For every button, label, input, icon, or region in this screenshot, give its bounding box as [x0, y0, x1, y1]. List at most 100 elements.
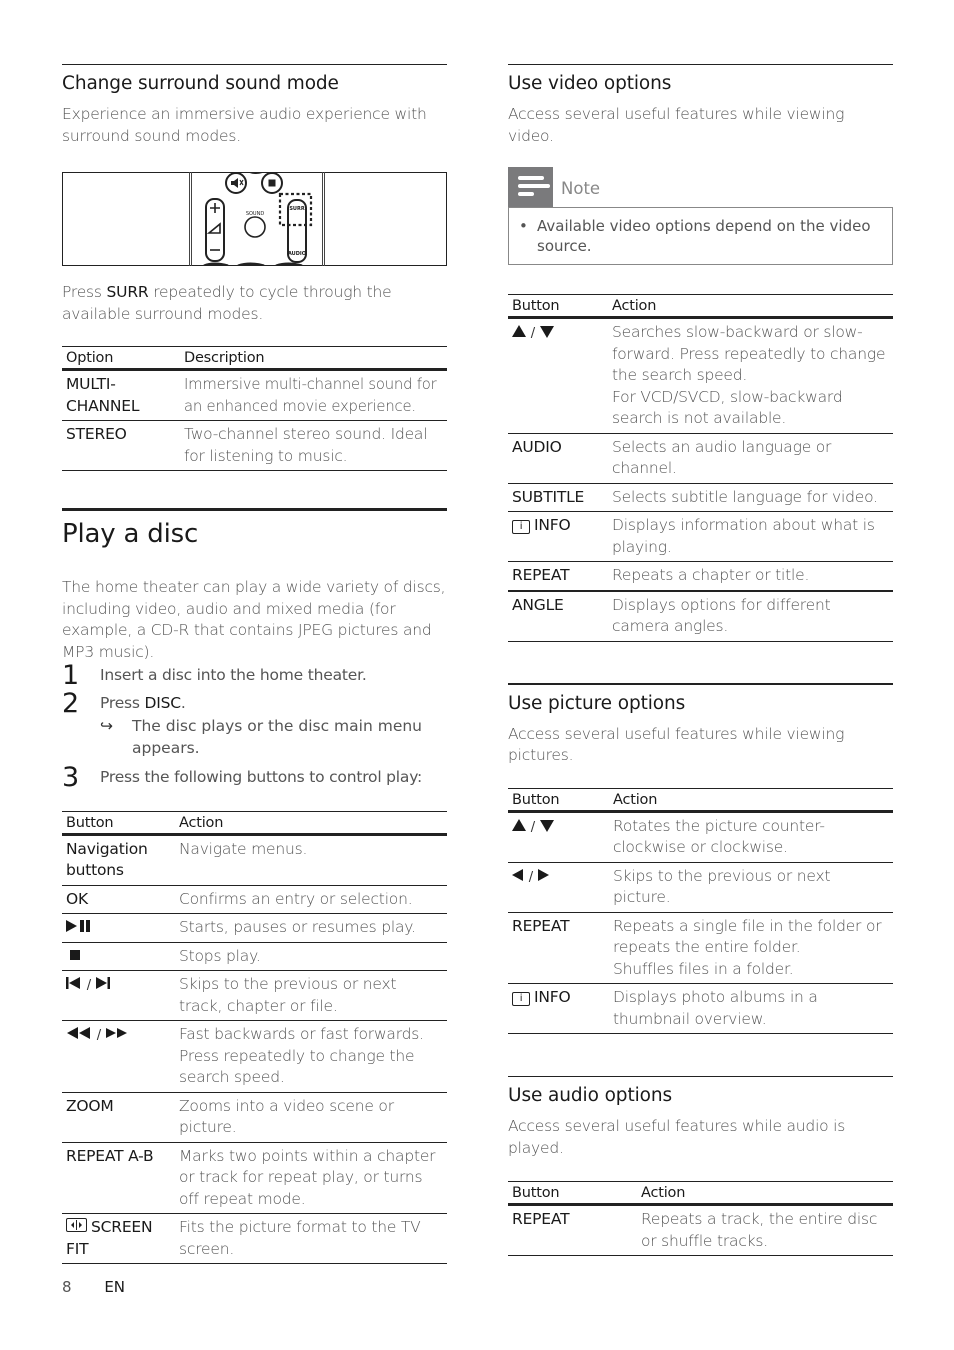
audio-options-section: Use audio options Access several useful …: [508, 1076, 893, 1256]
section-divider: [508, 682, 893, 685]
step-result: ↪ The disc plays or the disc main menu a…: [62, 716, 447, 759]
page-number: 8: [62, 1278, 72, 1296]
button-cell: /: [62, 970, 175, 1021]
table-row: OK Confirms an entry or selection.: [62, 885, 447, 914]
remote-control-figure: SOUND SURR AUDIO: [62, 172, 447, 266]
action-cell: Confirms an entry or selection.: [175, 885, 447, 914]
section-title: Change surround sound mode: [62, 73, 339, 94]
video-options-section: Use video options Access several useful …: [508, 64, 893, 642]
info-icon: i: [512, 992, 530, 1006]
table-row: MULTI- CHANNEL Immersive multi-channel so…: [62, 369, 447, 421]
button-cell: /: [62, 1020, 175, 1093]
section-divider: [508, 1076, 893, 1077]
button-cell: REPEAT A-B: [62, 1142, 175, 1214]
table-row: / Fast backwards or fast forwards. Press…: [62, 1020, 447, 1093]
stop-icon: [70, 949, 80, 960]
down-icon: [539, 819, 554, 832]
bullet-icon: •: [519, 217, 528, 235]
note-title: Note: [561, 179, 601, 198]
column-header: Button: [508, 1181, 637, 1206]
note-icon: [508, 167, 553, 207]
step-item: 1 Insert a disc into the home theater.: [62, 661, 447, 691]
action-cell: Rotates the picture counter-clockwise or…: [609, 811, 893, 863]
svg-text:SURR: SURR: [289, 206, 305, 212]
next-icon: [95, 977, 110, 989]
table-header-row: Button Action: [62, 810, 447, 836]
table-row: / Searches slow-backward or slow-forward…: [508, 317, 893, 434]
description-cell: Immersive multi-channel sound for an enh…: [180, 369, 447, 421]
table-header-row: Button Action: [508, 294, 893, 319]
stop-icon: [261, 172, 283, 194]
svg-text:SOUND: SOUND: [246, 211, 265, 217]
note-text: Available video options depend on the vi…: [537, 217, 871, 255]
button-cell: /: [508, 811, 609, 863]
button-cell: OK: [62, 885, 175, 914]
option-cell: STEREO: [62, 420, 180, 471]
play-controls-table: Button Action Navigation buttons Navigat…: [62, 810, 447, 1264]
section-intro: Access several useful features while vie…: [508, 105, 845, 145]
action-cell: Marks two points within a chapter or tra…: [175, 1142, 447, 1214]
column-header: Action: [608, 294, 893, 319]
table-row: REPEAT A-B Marks two points within a cha…: [62, 1142, 447, 1214]
table-row: Navigation buttons Navigate menus.: [62, 834, 447, 886]
section-divider: [62, 64, 447, 65]
picture-options-section: Use picture options Access several usefu…: [508, 682, 893, 1034]
table-row: / Skips to the previous or next track, c…: [62, 970, 447, 1021]
table-row: REPEAT Repeats a chapter or title.: [508, 561, 893, 592]
button-cell: i INFO: [508, 511, 608, 562]
right-icon: [537, 868, 549, 881]
down-icon: [539, 326, 554, 338]
note-header: Note: [508, 167, 893, 207]
action-cell: Skips to the previous or next track, cha…: [175, 970, 447, 1021]
button-cell: [62, 913, 175, 943]
section-intro: Experience an immersive audio experience…: [62, 105, 427, 145]
surr-key: SURR: [106, 283, 149, 301]
volume-icon: [205, 198, 225, 262]
note-body: • Available video options depend on the …: [508, 207, 893, 265]
table-row: REPEAT Repeats a single file in the fold…: [508, 912, 893, 984]
action-cell: Starts, pauses or resumes play.: [175, 913, 447, 943]
table-row: i INFO Displays photo albums in a thumbna…: [508, 983, 893, 1034]
previous-icon: [66, 977, 80, 989]
action-cell: Repeats a single file in the folder or r…: [609, 912, 893, 984]
action-cell: Repeats a track, the entire disc or shuf…: [637, 1204, 893, 1256]
column-header: Button: [508, 294, 608, 319]
section-intro: Access several useful features while vie…: [508, 724, 845, 765]
disc-key: DISC: [144, 693, 182, 712]
info-icon: i: [512, 520, 530, 534]
description-cell: Two-channel stereo sound. Ideal for list…: [180, 420, 447, 471]
button-cell: AUDIO: [508, 433, 608, 484]
action-cell: Zooms into a video scene or picture.: [175, 1092, 447, 1143]
column-header: Description: [180, 346, 447, 371]
table-row: ANGLE Displays options for different cam…: [508, 590, 893, 642]
step-number: 2: [62, 687, 79, 719]
surround-instruction: Press SURR repeatedly to cycle through t…: [62, 283, 392, 323]
step-number: 3: [62, 762, 79, 793]
left-column: Change surround sound mode Experience an…: [62, 64, 447, 1264]
action-cell: Fast backwards or fast forwards. Press r…: [175, 1020, 447, 1093]
section-divider: [508, 64, 893, 65]
action-cell: Navigate menus.: [175, 834, 447, 886]
step-number: 1: [62, 660, 79, 691]
button-cell: ANGLE: [508, 590, 608, 642]
button-cell: SUBTITLE: [508, 483, 608, 512]
table-row: ZOOM Zooms into a video scene or picture…: [62, 1092, 447, 1143]
action-cell: Displays photo albums in a thumbnail ove…: [609, 983, 893, 1034]
sound-button: SOUND: [244, 211, 266, 238]
action-cell: Stops play.: [175, 942, 447, 971]
section-divider: [62, 508, 447, 511]
table-header-row: Button Action: [508, 787, 893, 813]
action-cell: Skips to the previous or next picture.: [609, 862, 893, 913]
table-header-row: Option Description: [62, 346, 447, 371]
language-code: EN: [104, 1278, 126, 1296]
column-header: Button: [62, 810, 175, 836]
up-icon: [512, 325, 526, 337]
play-disc-section: Play a disc The home theater can play a …: [62, 508, 447, 1264]
section-intro: Access several useful features while aud…: [508, 1117, 846, 1157]
column-header: Option: [62, 346, 180, 371]
picture-options-table: Button Action / Rotates the picture coun…: [508, 787, 893, 1034]
screen-fit-icon: [66, 1218, 87, 1232]
section-title: Use audio options: [508, 1085, 673, 1106]
table-row: REPEAT Repeats a track, the entire disc …: [508, 1204, 893, 1256]
play-pause-icon: [66, 920, 90, 932]
